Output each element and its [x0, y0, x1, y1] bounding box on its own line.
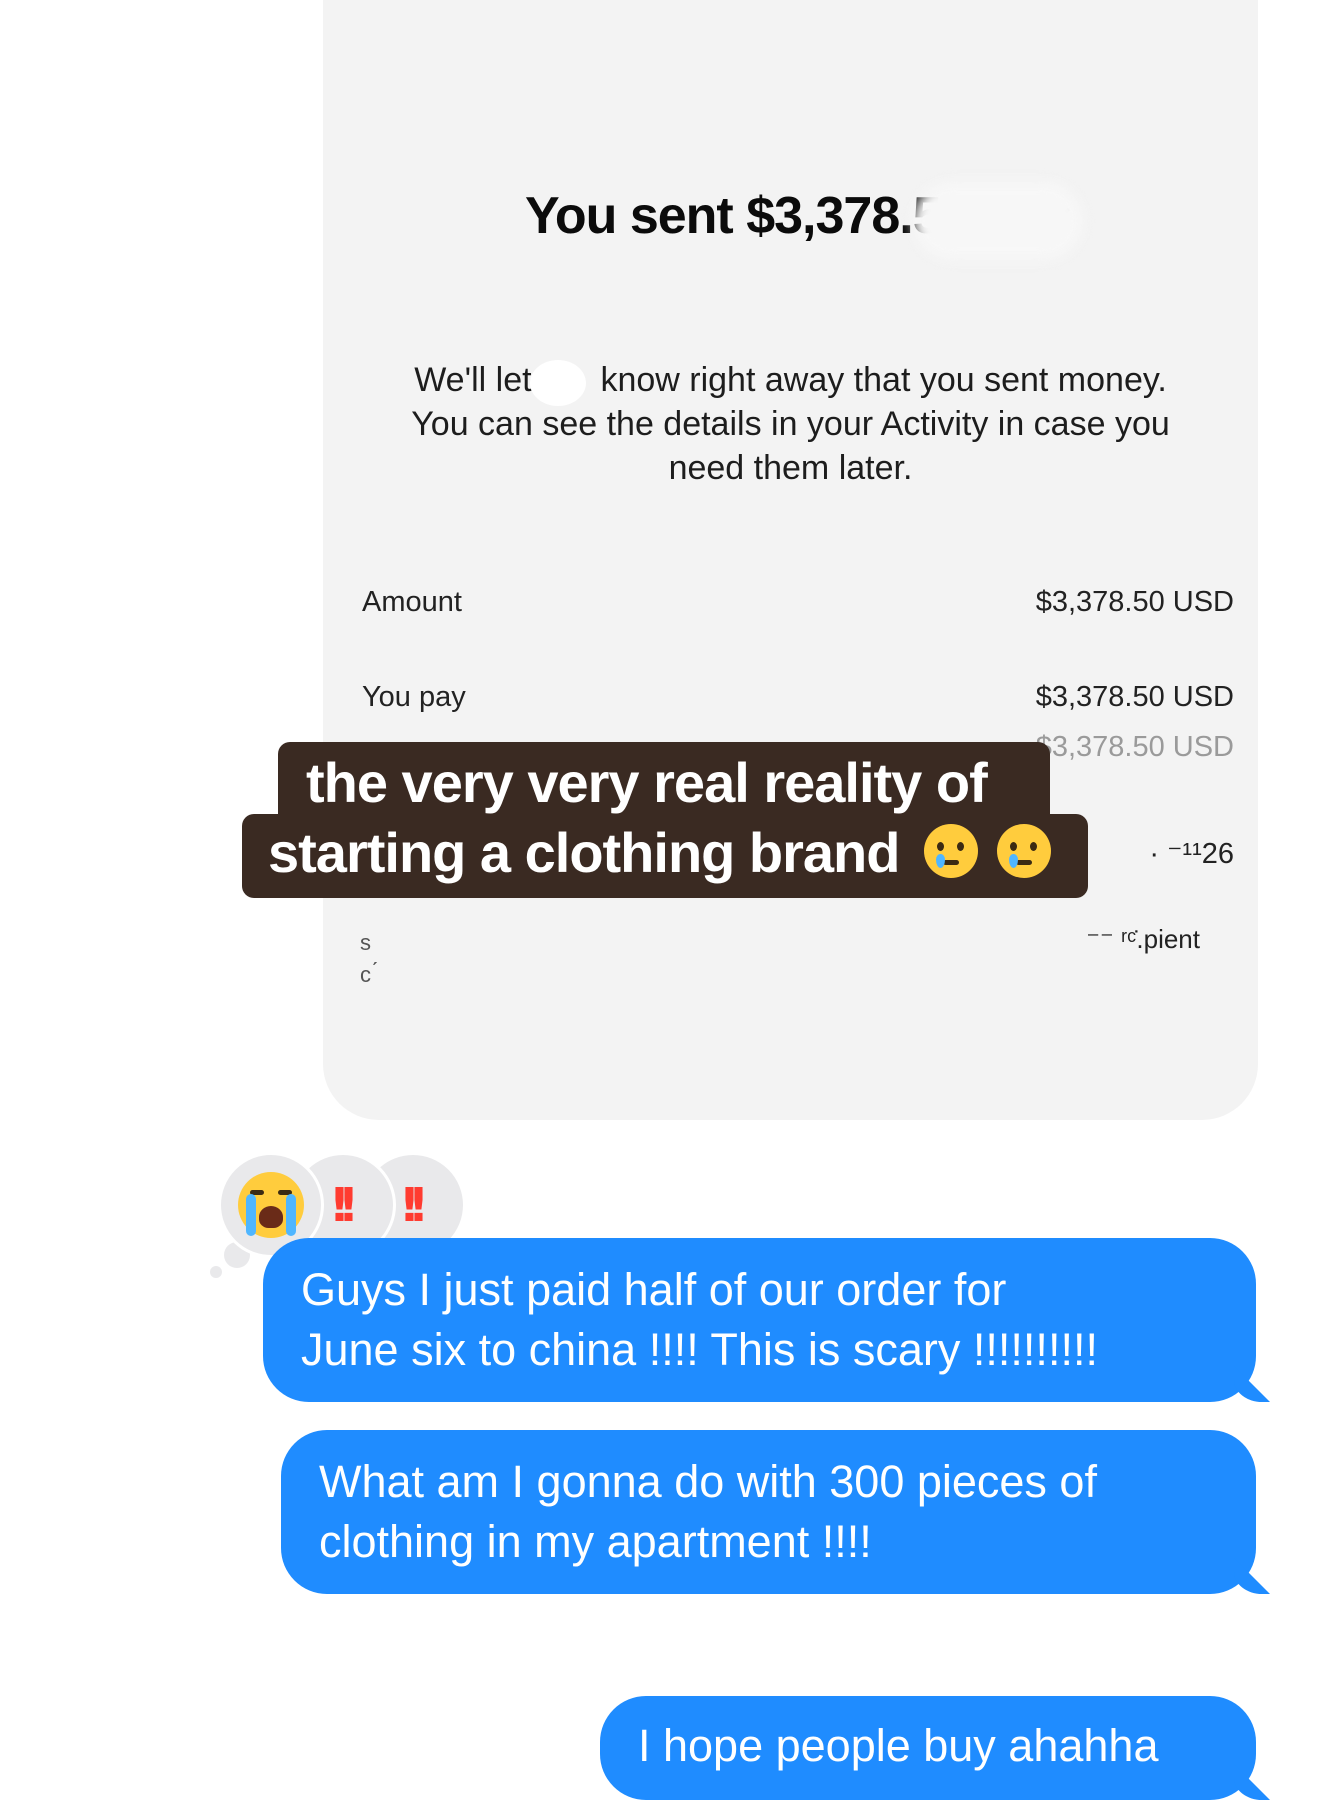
caption-line-2-text: starting a clothing brand: [268, 821, 900, 884]
bubble-tail: [1234, 1764, 1270, 1800]
recipient-name-redaction: [913, 182, 1083, 260]
bubble-tail: [1234, 1366, 1270, 1402]
message-text-line: What am I gonna do with 300 pieces of: [319, 1456, 1097, 1507]
message-text-line: Guys I just paid half of our order for: [301, 1264, 1007, 1315]
sent-message-bubble[interactable]: I hope people buy ahahha: [600, 1696, 1270, 1800]
caption-line-2: starting a clothing brand: [268, 820, 1051, 885]
face-holding-back-tears-icon: [996, 824, 1051, 878]
message-text-line: June six to china !!!! This is scary !!!…: [301, 1324, 1098, 1375]
sent-message-bubble[interactable]: Guys I just paid half of our order for J…: [263, 1238, 1270, 1402]
caption-line-1: the very very real reality of: [306, 751, 988, 814]
message-text-line: clothing in my apartment !!!!: [319, 1516, 872, 1567]
left-partial-2: c ́: [360, 962, 378, 987]
reaction-tail-dot-small: [210, 1266, 222, 1278]
video-caption: the very very real reality of starting a…: [242, 742, 1088, 898]
face-holding-back-tears-icon: [924, 824, 979, 878]
amount-value: $3,378.50 USD: [1035, 586, 1234, 618]
date-value-partial: · ⁻¹¹26: [1149, 838, 1234, 870]
double-exclamation-icon: !!: [329, 1178, 359, 1232]
receipt-desc-line-1: We'll let know right away that you sent …: [383, 358, 1198, 402]
amount-label: Amount: [362, 586, 462, 618]
receipt-desc-line-2: You can see the details in your Activity…: [411, 405, 1170, 443]
name-redaction-dot: [530, 360, 586, 406]
you-pay-value: $3,378.50 USD: [1035, 681, 1234, 713]
loudly-crying-face-icon: [238, 1172, 304, 1238]
recipient-value-partial: ⁻⁻ ʳᶜ̇.pient: [1086, 924, 1200, 954]
message-text-line: I hope people buy ahahha: [638, 1720, 1159, 1771]
receipt-desc-line-3: need them later.: [668, 449, 913, 487]
receipt-desc-line-1b: know right away that you sent money.: [600, 361, 1167, 399]
left-partial-1: s: [360, 930, 371, 955]
sent-message-bubble[interactable]: What am I gonna do with 300 pieces of cl…: [281, 1430, 1270, 1594]
you-pay-label: You pay: [362, 681, 466, 713]
receipt-title: You sent $3,378.50 to ı̷: [323, 186, 1258, 246]
bubble-tail: [1234, 1558, 1270, 1594]
receipt-desc-line-1a: We'll let: [414, 361, 532, 399]
payment-receipt-screenshot: You sent $3,378.50 to ı̷ We'll let know …: [323, 0, 1258, 1120]
receipt-description: We'll let know right away that you sent …: [383, 358, 1198, 490]
double-exclamation-icon: !!: [399, 1178, 429, 1232]
